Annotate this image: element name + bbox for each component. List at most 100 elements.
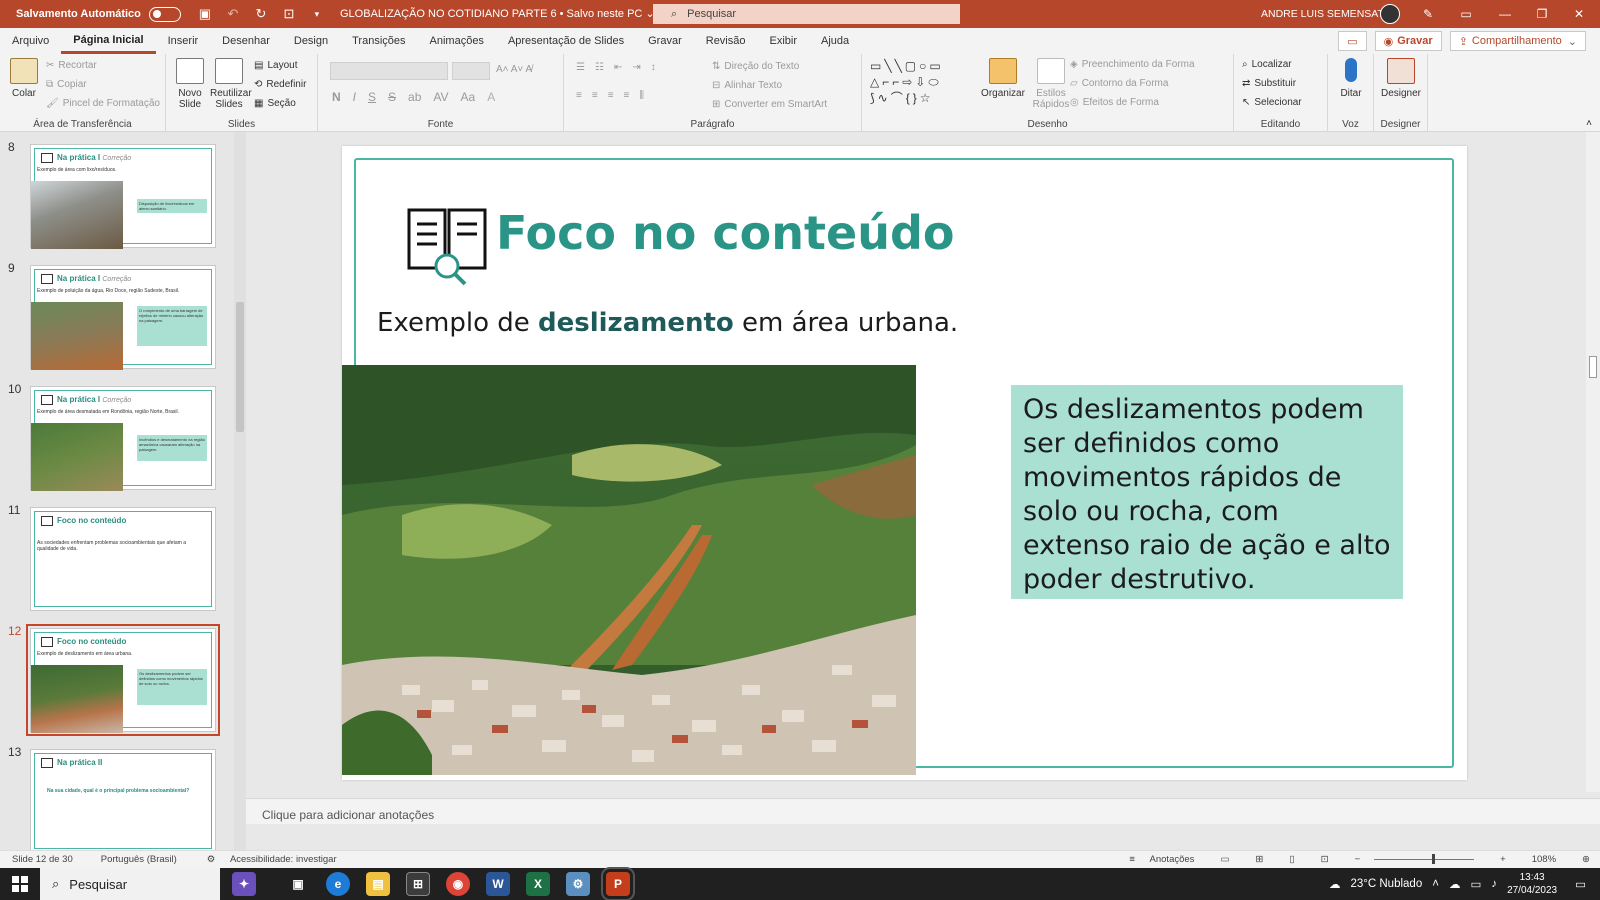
tab-gravar[interactable]: Gravar	[636, 28, 694, 54]
settings-icon[interactable]: ⚙	[566, 872, 590, 896]
onedrive-icon[interactable]: ☁	[1449, 877, 1461, 891]
store-icon[interactable]: ⊞	[406, 872, 430, 896]
new-slide-button[interactable]: Novo Slide	[172, 58, 208, 110]
powerpoint-icon[interactable]: P	[601, 867, 635, 900]
quick-styles-button[interactable]: Estilos Rápidos	[1028, 58, 1074, 110]
start-button[interactable]	[0, 876, 40, 892]
edge-icon[interactable]: e	[326, 872, 350, 896]
scrollbar-thumb[interactable]	[236, 302, 244, 432]
collapse-ribbon-icon[interactable]: ˄	[1586, 118, 1592, 129]
slideshow-icon[interactable]: ⊡	[1321, 854, 1329, 865]
columns-icon[interactable]: ⫼	[639, 90, 644, 101]
definition-textbox[interactable]: Os deslizamentos podem ser definidos com…	[1011, 385, 1403, 599]
customize-qat-icon[interactable]: ▾	[309, 6, 325, 22]
shape-outline-button[interactable]: ▱ Contorno da Forma	[1070, 78, 1168, 89]
accessibility-status[interactable]: ⚙ Acessibilidade: investigar	[195, 854, 337, 865]
reading-view-icon[interactable]: ▯	[1289, 854, 1294, 865]
paste-button[interactable]: Colar	[6, 58, 42, 99]
justify-icon[interactable]: ≡	[624, 90, 630, 101]
copy-button[interactable]: ⧉ Copiar	[46, 79, 87, 90]
slide-title[interactable]: Foco no conteúdo	[496, 206, 955, 260]
shape-fill-button[interactable]: ◈ Preenchimento da Forma	[1070, 59, 1195, 70]
close-icon[interactable]: ✕	[1556, 0, 1600, 28]
cut-button[interactable]: ✂ Recortar	[46, 60, 97, 71]
normal-view-icon[interactable]: ▭	[1220, 854, 1229, 865]
tab-arquivo[interactable]: Arquivo	[0, 28, 61, 54]
taskbar-search[interactable]: ⌕ Pesquisar	[40, 868, 220, 900]
layout-button[interactable]: ▤ Layout	[254, 60, 297, 71]
user-name[interactable]: ANDRE LUIS SEMENSATO	[1261, 8, 1392, 20]
select-button[interactable]: ↖ Selecionar	[1242, 97, 1302, 108]
zoom-slider[interactable]	[1374, 854, 1475, 864]
file-explorer-icon[interactable]: ▤	[366, 872, 390, 896]
document-title[interactable]: GLOBALIZAÇÃO NO COTIDIANO PARTE 6 • Salv…	[340, 7, 655, 20]
align-left-icon[interactable]: ≡	[576, 90, 582, 101]
task-view-icon[interactable]: ▣	[286, 872, 310, 896]
tray-overflow-icon[interactable]: ˄	[1432, 878, 1439, 890]
autosave-switch[interactable]	[148, 6, 181, 22]
notification-icon[interactable]: ▭	[1575, 877, 1586, 891]
fit-slide-icon[interactable]: ⊕	[1582, 854, 1590, 865]
format-painter-button[interactable]: 🖌 Pincel de Formatação	[46, 98, 160, 109]
word-icon[interactable]: W	[486, 872, 510, 896]
section-button[interactable]: ▦ Seção	[254, 98, 296, 109]
slide-thumbnail-9[interactable]: Na prática I Correção Exemplo de poluiçã…	[30, 265, 216, 370]
slide-subtitle[interactable]: Exemplo de deslizamento em área urbana.	[377, 308, 958, 338]
font-format-tools[interactable]: N I S Sab AV Aa A	[332, 90, 495, 104]
tab-pagina-inicial[interactable]: Página Inicial	[61, 28, 156, 54]
numbering-icon[interactable]: ☷	[595, 62, 604, 73]
smartart-button[interactable]: ⊞ Converter em SmartArt	[712, 99, 827, 110]
volume-icon[interactable]: ♪	[1491, 878, 1497, 890]
tab-inserir[interactable]: Inserir	[156, 28, 211, 54]
clock[interactable]: 13:43 27/04/2023	[1507, 871, 1557, 897]
excel-icon[interactable]: X	[526, 872, 550, 896]
shape-effects-button[interactable]: ◎ Efeitos de Forma	[1070, 97, 1159, 108]
tab-transicoes[interactable]: Transições	[340, 28, 417, 54]
font-family-select[interactable]	[330, 62, 448, 80]
arrange-button[interactable]: Organizar	[980, 58, 1026, 99]
tab-animacoes[interactable]: Animações	[418, 28, 496, 54]
slide-thumbnail-11[interactable]: Foco no conteúdo As sociedades enfrentam…	[30, 507, 216, 611]
save-icon[interactable]: ▣	[197, 6, 213, 22]
zoom-out-icon[interactable]: −	[1355, 854, 1361, 865]
align-right-icon[interactable]: ≡	[608, 90, 614, 101]
dictate-button[interactable]: Ditar	[1332, 58, 1370, 99]
zoom-in-icon[interactable]: +	[1500, 854, 1506, 865]
share-button[interactable]: ⇪ Compartilhamento ⌄	[1449, 31, 1586, 51]
line-spacing-icon[interactable]: ↕	[651, 62, 656, 73]
search-input[interactable]: ⌕ Pesquisar	[653, 4, 960, 24]
undo-icon[interactable]: ↶	[225, 6, 241, 22]
slide-sorter-icon[interactable]: ⊞	[1255, 854, 1263, 865]
shapes-gallery[interactable]: ▭╲╲▢○▭ △⌐⌐⇨⇩⬭ ⟆∿⌒{}☆	[870, 58, 976, 110]
chrome-icon[interactable]: ◉	[446, 872, 470, 896]
tab-ajuda[interactable]: Ajuda	[809, 28, 861, 54]
notes-toggle[interactable]: ≡ Anotações	[1117, 854, 1194, 865]
widget-icon[interactable]: ✦	[232, 872, 256, 896]
reset-button[interactable]: ⟲ Redefinir	[254, 79, 306, 90]
start-presentation-icon[interactable]: ⊡	[281, 6, 297, 22]
slide-thumbnail-13[interactable]: Na prática II Na sua cidade, qual é o pr…	[30, 749, 216, 852]
tab-apresentacao[interactable]: Apresentação de Slides	[496, 28, 636, 54]
text-direction-button[interactable]: ⇅ Direção do Texto	[712, 61, 799, 72]
replace-button[interactable]: ⇄ Substituir	[1242, 78, 1296, 89]
font-size-select[interactable]	[452, 62, 490, 80]
font-size-tools[interactable]: A˄ A˅ A̸	[496, 64, 532, 75]
landslide-photo[interactable]	[342, 365, 916, 775]
weather-status[interactable]: 23°C Nublado	[1350, 878, 1422, 890]
list-tools[interactable]: ☰ ☷ ⇤ ⇥ ↕	[576, 62, 656, 73]
autosave-toggle[interactable]: Salvamento Automático	[0, 6, 181, 22]
align-center-icon[interactable]: ≡	[592, 90, 598, 101]
zoom-level[interactable]: 108%	[1532, 854, 1556, 865]
indent-icon[interactable]: ⇤	[614, 62, 622, 73]
outdent-icon[interactable]: ⇥	[632, 62, 640, 73]
comments-button[interactable]: ▭	[1338, 31, 1367, 51]
align-text-button[interactable]: ⊟ Alinhar Texto	[712, 80, 782, 91]
slide-thumbnail-10[interactable]: Na prática I Correção Exemplo de área de…	[30, 386, 216, 491]
designer-button[interactable]: Designer	[1378, 58, 1424, 99]
slide-thumbnail-8[interactable]: Na prática I Correção Exemplo de área co…	[30, 144, 216, 249]
weather-icon[interactable]: ☁	[1329, 877, 1341, 891]
tab-design[interactable]: Design	[282, 28, 340, 54]
bullets-icon[interactable]: ☰	[576, 62, 585, 73]
tab-exibir[interactable]: Exibir	[758, 28, 810, 54]
network-icon[interactable]: ▭	[1470, 877, 1481, 891]
